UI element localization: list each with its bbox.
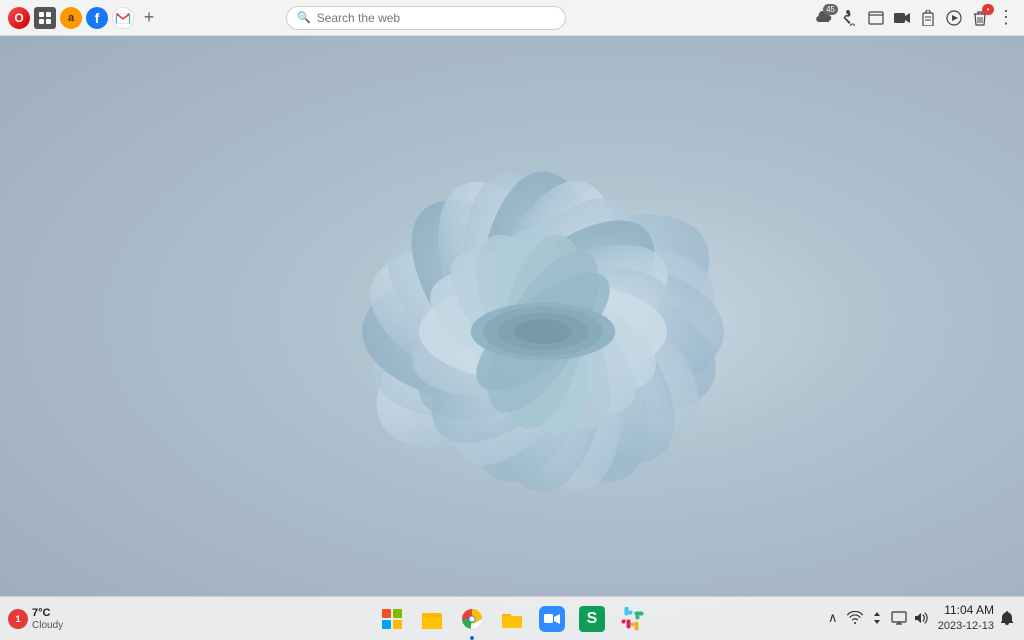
scissors-icon[interactable] bbox=[840, 8, 860, 28]
tab-amazon[interactable]: a bbox=[60, 7, 82, 29]
tab-manager-icon[interactable] bbox=[34, 7, 56, 29]
folder-icon bbox=[500, 608, 524, 630]
weather-condition: Cloudy bbox=[32, 620, 63, 632]
windows-logo-icon bbox=[382, 609, 402, 629]
tab-gmail[interactable] bbox=[112, 7, 134, 29]
toolbar-right-icons: 45 bbox=[814, 8, 1016, 28]
zoom-icon bbox=[539, 606, 565, 632]
clock-time: 11:04 AM bbox=[944, 603, 994, 619]
tab-opera[interactable]: O bbox=[8, 7, 30, 29]
speaker-icon[interactable] bbox=[912, 609, 930, 627]
network-icon[interactable] bbox=[890, 609, 908, 627]
notification-icon[interactable] bbox=[998, 609, 1016, 627]
slack-icon bbox=[620, 607, 644, 631]
window-icon[interactable] bbox=[866, 8, 886, 28]
tray-chevron-icon[interactable]: ∧ bbox=[824, 609, 842, 627]
wallpaper-flower bbox=[233, 42, 853, 622]
nav-arrow-icon[interactable] bbox=[868, 609, 886, 627]
folder-button[interactable] bbox=[494, 601, 530, 637]
cloud-icon[interactable]: 45 bbox=[814, 8, 834, 28]
weather-widget[interactable]: 1 7°C Cloudy bbox=[8, 607, 63, 632]
add-tab-button[interactable]: + bbox=[138, 7, 160, 29]
play-icon[interactable] bbox=[944, 8, 964, 28]
system-tray: ∧ bbox=[824, 596, 1016, 640]
clipboard-icon[interactable] bbox=[918, 8, 938, 28]
browser-toolbar: O a f bbox=[0, 0, 1024, 36]
zoom-button[interactable] bbox=[534, 601, 570, 637]
trash-icon[interactable]: • bbox=[970, 8, 990, 28]
video-icon[interactable] bbox=[892, 8, 912, 28]
sheets-button[interactable]: S bbox=[574, 601, 610, 637]
chrome-button[interactable] bbox=[454, 601, 490, 637]
search-icon: 🔍 bbox=[297, 11, 311, 24]
file-explorer-button[interactable] bbox=[414, 601, 450, 637]
wifi-icon[interactable] bbox=[846, 609, 864, 627]
weather-temperature: 7°C bbox=[32, 607, 63, 620]
slack-button[interactable] bbox=[614, 601, 650, 637]
weather-icon: 1 bbox=[8, 609, 28, 629]
menu-icon[interactable]: ⋮ bbox=[996, 8, 1016, 28]
cloud-badge: 45 bbox=[823, 4, 838, 15]
clock[interactable]: 11:04 AM 2023-12-13 bbox=[938, 603, 994, 633]
sheets-icon: S bbox=[579, 606, 605, 632]
clock-date: 2023-12-13 bbox=[938, 619, 994, 633]
file-explorer-icon bbox=[420, 607, 444, 631]
start-button[interactable] bbox=[374, 601, 410, 637]
trash-badge: • bbox=[982, 4, 994, 15]
taskbar: 1 7°C Cloudy bbox=[0, 596, 1024, 640]
active-indicator bbox=[470, 636, 474, 640]
tab-facebook[interactable]: f bbox=[86, 7, 108, 29]
chrome-icon bbox=[460, 607, 484, 631]
browser-tabs: O a f bbox=[8, 7, 160, 29]
desktop: O a f bbox=[0, 0, 1024, 640]
search-bar[interactable]: 🔍 bbox=[286, 6, 566, 30]
taskbar-center: S bbox=[374, 601, 650, 637]
weather-info: 7°C Cloudy bbox=[32, 607, 63, 632]
search-input[interactable] bbox=[317, 11, 555, 25]
